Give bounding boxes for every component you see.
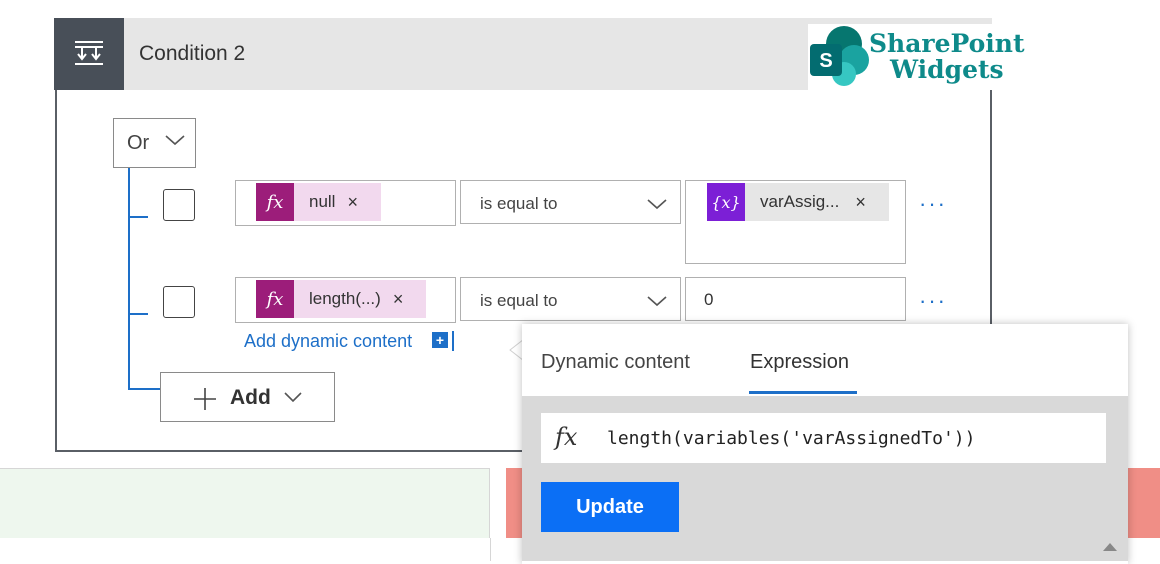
add-dynamic-content-link[interactable]: Add dynamic content — [244, 331, 412, 352]
row-checkbox[interactable] — [163, 286, 195, 318]
text-cursor — [452, 331, 454, 351]
svg-text:S: S — [819, 50, 832, 72]
tab-expression[interactable]: Expression — [750, 351, 849, 374]
tree-line — [128, 168, 130, 390]
right-operand-field[interactable]: {x} varAssig... × — [685, 180, 906, 264]
chevron-down-icon — [647, 199, 667, 210]
expression-token[interactable]: fx null × — [256, 183, 381, 221]
condition-icon — [54, 18, 124, 90]
operator-label: is equal to — [480, 291, 558, 310]
remove-token-icon[interactable]: × — [839, 192, 866, 213]
remove-token-icon[interactable]: × — [381, 289, 404, 310]
operator-label: is equal to — [480, 194, 558, 213]
right-operand-field[interactable]: 0 — [685, 277, 906, 321]
if-yes-panel — [0, 468, 490, 538]
chevron-down-icon — [165, 135, 185, 146]
variable-icon: {x} — [707, 183, 745, 221]
remove-token-icon[interactable]: × — [335, 192, 358, 213]
fx-icon: fx — [256, 183, 294, 221]
tree-branch — [128, 313, 148, 315]
operator-dropdown[interactable]: is equal to — [460, 277, 681, 321]
operator-dropdown[interactable]: is equal to — [460, 180, 681, 224]
add-button-label: Add — [230, 386, 271, 409]
add-button[interactable]: Add — [160, 372, 335, 422]
tab-dynamic-content[interactable]: Dynamic content — [541, 351, 690, 374]
left-operand-field[interactable]: fx null × — [235, 180, 456, 226]
divider — [490, 538, 491, 561]
value-text: 0 — [704, 290, 714, 309]
expression-token[interactable]: fx length(...) × — [256, 280, 426, 318]
tree-branch — [128, 388, 160, 390]
popup-tabs: Dynamic content Expression — [522, 324, 1128, 396]
row-checkbox[interactable] — [163, 189, 195, 221]
expression-text: length(variables('varAssignedTo')) — [607, 428, 976, 449]
sharepoint-widgets-logo: S SharePoint Widgets — [808, 24, 1025, 92]
row-more-menu[interactable]: ··· — [919, 191, 947, 217]
expression-input[interactable]: fx length(variables('varAssignedTo')) — [541, 413, 1106, 463]
chevron-down-icon — [647, 296, 667, 307]
left-operand-field[interactable]: fx length(...) × — [235, 277, 456, 323]
fx-icon: fx — [555, 423, 578, 451]
tree-branch — [128, 216, 148, 218]
logo-line1: SharePoint — [869, 29, 1025, 58]
active-tab-indicator — [749, 391, 857, 394]
group-operator-label: Or — [127, 131, 150, 154]
group-operator-dropdown[interactable]: Or — [113, 118, 196, 168]
update-button[interactable]: Update — [541, 482, 679, 532]
token-label: null — [309, 192, 336, 211]
chevron-down-icon — [284, 392, 302, 403]
token-label: length(...) — [309, 289, 381, 308]
row-more-menu[interactable]: ··· — [919, 288, 947, 314]
scroll-up-icon[interactable] — [1098, 537, 1122, 557]
add-dynamic-icon[interactable]: + — [432, 332, 448, 348]
variable-token[interactable]: {x} varAssig... × — [707, 183, 889, 221]
fx-icon: fx — [256, 280, 294, 318]
sharepoint-logo-icon: S — [810, 26, 869, 86]
plus-icon — [194, 388, 216, 410]
logo-line2: Widgets — [890, 55, 1004, 84]
token-label: varAssig... — [760, 192, 840, 211]
condition-title[interactable]: Condition 2 — [139, 42, 245, 66]
